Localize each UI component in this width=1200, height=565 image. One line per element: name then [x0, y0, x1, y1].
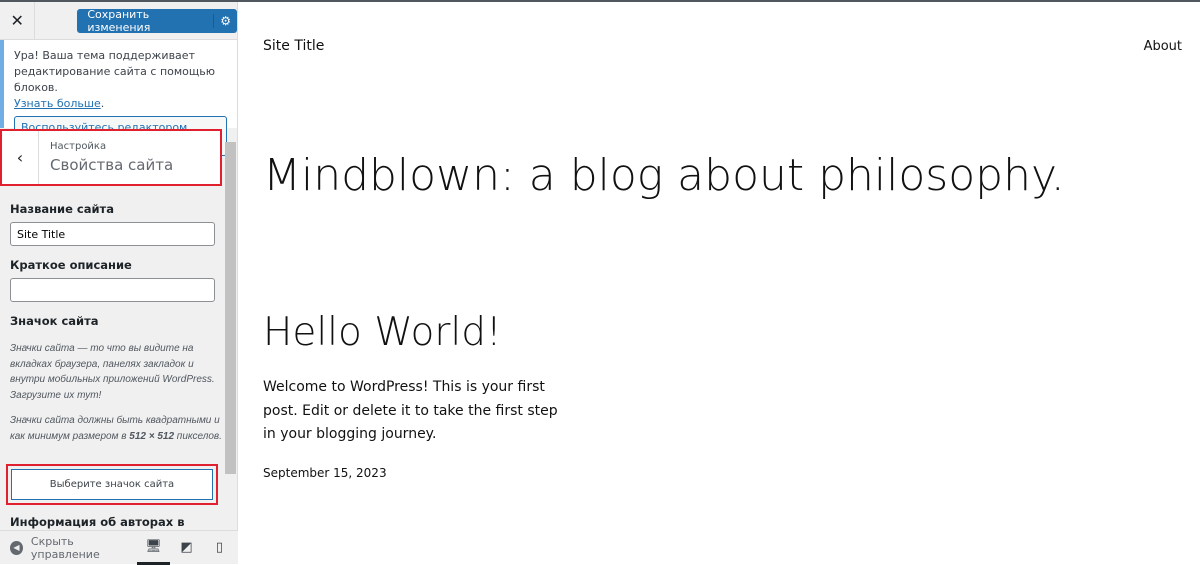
customizer-footer: ◀ Скрыть управление 🖥 ◩ ▯ [0, 530, 238, 565]
save-button[interactable]: Сохранить изменения ⚙ [77, 8, 237, 34]
tablet-preview-icon[interactable]: ◩ [170, 531, 203, 565]
back-chevron-icon[interactable]: ‹ [2, 131, 39, 184]
learn-more-link[interactable]: Узнать больше [14, 97, 101, 110]
nav-about-link[interactable]: About [1144, 39, 1182, 54]
site-title-label: Название сайта [10, 202, 114, 216]
post-title[interactable]: Hello World! [263, 310, 502, 355]
customizer-sidebar: ✕ Сохранить изменения ⚙ Ура! Ваша тема по… [0, 1, 238, 565]
gear-icon[interactable]: ⚙ [213, 13, 237, 28]
scrollbar[interactable] [225, 142, 236, 474]
mobile-preview-icon[interactable]: ▯ [203, 531, 236, 565]
hide-controls-label: Скрыть управление [30, 534, 100, 561]
site-icon-requirements: Значки сайта должны быть квадратными и к… [10, 413, 222, 444]
site-title[interactable]: Site Title [263, 38, 324, 54]
hide-controls-button[interactable]: ◀ Скрыть управление [0, 535, 137, 561]
tagline-input[interactable] [10, 278, 215, 302]
req-text-end: пикселов. [174, 430, 222, 442]
desktop-preview-icon[interactable]: 🖥 [137, 531, 170, 565]
collapse-icon: ◀ [10, 540, 23, 555]
block-theme-notice: Ура! Ваша тема поддерживает редактирован… [0, 40, 237, 156]
select-site-icon-button[interactable]: Выберите значок сайта [11, 469, 213, 500]
post-date: September 15, 2023 [263, 466, 387, 480]
save-label[interactable]: Сохранить изменения [77, 8, 213, 34]
select-site-icon-highlight: Выберите значок сайта [6, 464, 218, 505]
tagline-label: Краткое описание [10, 258, 132, 272]
site-title-input[interactable] [10, 222, 215, 246]
post-excerpt: Welcome to WordPress! This is your first… [263, 379, 558, 442]
req-size: 512 × 512 [129, 430, 175, 442]
close-icon[interactable]: ✕ [0, 1, 36, 40]
site-icon-label: Значок сайта [10, 314, 99, 328]
site-tagline: Mindblown: a blog about philosophy. [263, 150, 1065, 201]
section-title: Свойства сайта [50, 156, 174, 174]
site-icon-description: Значки сайта — то что вы видите на вклад… [10, 343, 215, 401]
section-header: ‹ Настройка Свойства сайта [0, 129, 222, 186]
customizer-header: ✕ Сохранить изменения ⚙ [0, 1, 237, 40]
site-preview: Site Title About Mindblown: a blog about… [239, 2, 1200, 564]
section-parent: Настройка [50, 141, 107, 152]
notice-text: Ура! Ваша тема поддерживает редактирован… [14, 49, 216, 94]
